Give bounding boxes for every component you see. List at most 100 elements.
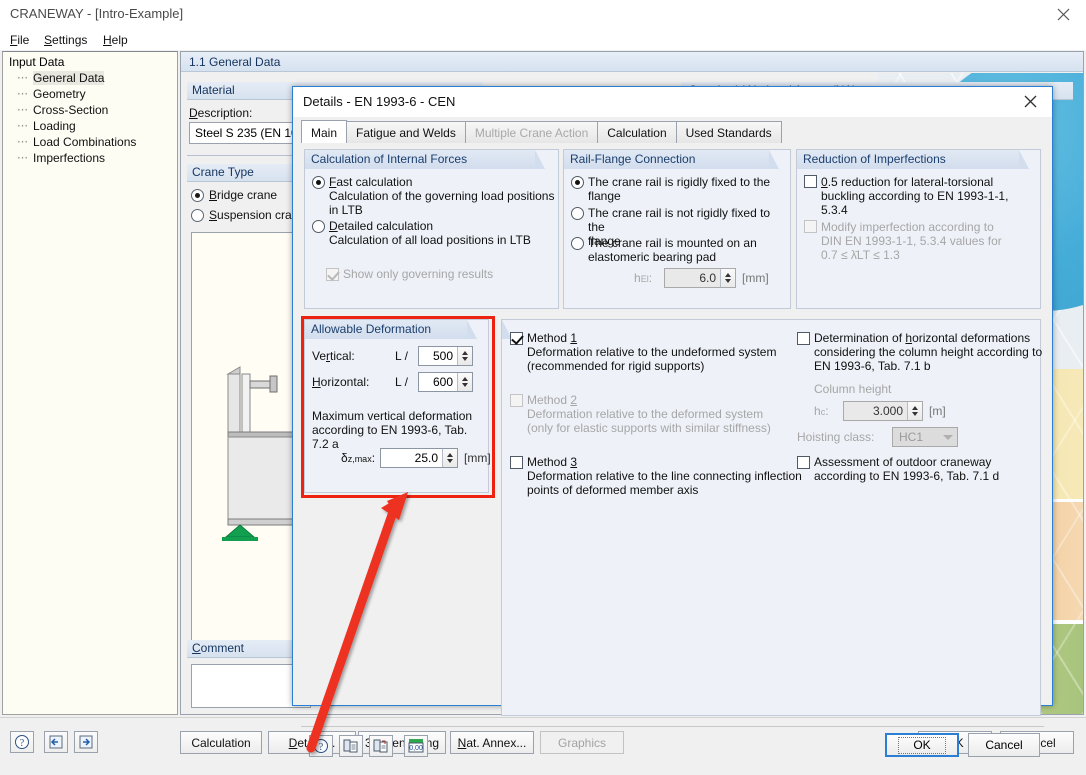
reduction-imperfections-group-title: Reduction of Imperfections	[803, 152, 946, 166]
page-title: 1.1 General Data	[181, 52, 1083, 72]
checkbox-horizontal-deformations[interactable]	[797, 332, 810, 345]
tree-root-label: Input Data	[9, 55, 65, 69]
tree-branch-icon: ⋯	[17, 72, 28, 84]
tree-item-label: Geometry	[33, 87, 86, 101]
radio-rail-not-rigidly-fixed[interactable]	[571, 207, 584, 220]
menu-file[interactable]: FFileile	[6, 32, 33, 48]
column-height-unit: [m]	[929, 404, 946, 418]
calculation-button[interactable]: Calculation	[180, 731, 262, 754]
application-window: CRANEWAY - [Intro-Example] FFileile Sett…	[0, 0, 1086, 775]
app-titlebar: CRANEWAY - [Intro-Example]	[0, 0, 1086, 30]
horizontal-deformations-label: Determination of horizontal deformations…	[814, 331, 1043, 373]
tab-calculation[interactable]: Calculation	[597, 121, 677, 143]
tree-item-label: General Data	[33, 71, 105, 85]
method-3-desc: Deformation relative to the line connect…	[527, 469, 802, 497]
vertical-spinner[interactable]: 500	[418, 346, 473, 366]
lateral-torsional-reduction-label: 00.5 reduction for lateral-torsional.5 r…	[821, 175, 1009, 217]
checkbox-outdoor-craneway[interactable]	[797, 456, 810, 469]
crane-type-group-title: Crane Type	[192, 165, 254, 179]
delta-z-max-unit: [mm]	[464, 451, 491, 465]
chevron-down-icon	[943, 435, 953, 440]
description-field[interactable]: Steel S 235 (EN 100	[189, 122, 309, 144]
tab-fatigue-and-welds[interactable]: Fatigue and Welds	[346, 121, 466, 143]
description-label: Description:	[189, 106, 253, 120]
tree-branch-icon: ⋯	[17, 88, 28, 100]
units-icon[interactable]: 0,00	[404, 735, 428, 757]
radio-detailed-calculation[interactable]	[312, 220, 325, 233]
method-2-label: Method 2	[527, 393, 578, 407]
tree-item-label: Imperfections	[33, 151, 106, 165]
tab-main[interactable]: Main	[301, 120, 348, 143]
checkbox-method-1[interactable]	[510, 332, 523, 345]
method-3-label: Method 3	[527, 455, 578, 469]
spinner-arrows-icon[interactable]	[907, 402, 922, 420]
radio-suspension-crane[interactable]	[191, 209, 204, 222]
horizontal-value: 600	[432, 375, 453, 389]
tree-branch-icon: ⋯	[17, 120, 28, 132]
menu-settings[interactable]: Settings	[40, 32, 91, 48]
horizontal-prefix: L /	[395, 375, 408, 389]
tree-branch-icon: ⋯	[17, 152, 28, 164]
help-icon[interactable]: ?	[309, 735, 333, 757]
delta-z-max-spinner[interactable]: 25.0	[380, 448, 458, 468]
spinner-arrows-icon[interactable]	[457, 347, 472, 365]
checkbox-show-governing-results	[326, 268, 339, 281]
close-icon[interactable]	[1040, 0, 1086, 29]
hoisting-class-value: HC1	[899, 430, 924, 444]
outdoor-craneway-label: Assessment of outdoor craneway according…	[814, 455, 1000, 483]
next-dialog-icon[interactable]	[74, 731, 98, 753]
hoisting-class-label: Hoisting class:	[797, 430, 875, 444]
close-icon[interactable]	[1008, 87, 1052, 116]
radio-rail-elastomeric-pad[interactable]	[571, 237, 584, 250]
tree-item-label: Cross-Section	[33, 103, 109, 117]
tree-branch-icon: ⋯	[17, 104, 28, 116]
tree-item-label: Load Combinations	[33, 135, 137, 149]
vertical-label: Vertical:	[312, 349, 355, 363]
spinner-arrows-icon[interactable]	[720, 269, 735, 287]
spinner-arrows-icon[interactable]	[442, 449, 457, 467]
radio-bridge-crane[interactable]	[191, 189, 204, 202]
allowable-deformation-group: Allowable Deformation Vertical: L / 500 …	[304, 319, 491, 493]
horizontal-spinner[interactable]: 600	[418, 372, 473, 392]
spinner-arrows-icon[interactable]	[457, 373, 472, 391]
save-defaults-icon[interactable]	[369, 735, 393, 757]
detailed-calculation-label: Detailed calculation	[329, 219, 434, 233]
dialog-cancel-button[interactable]: Cancel	[968, 733, 1040, 757]
vertical-prefix: L /	[395, 349, 408, 363]
dialog-ok-label: OK	[898, 736, 946, 754]
previous-dialog-icon[interactable]	[44, 731, 68, 753]
menu-help[interactable]: Help	[99, 32, 132, 48]
tab-multiple-crane-action: Multiple Crane Action	[464, 121, 599, 143]
reduction-imperfections-group: Reduction of Imperfections 00.5 reductio…	[796, 149, 1041, 309]
checkbox-lateral-torsional-reduction[interactable]	[804, 175, 817, 188]
fast-calculation-desc: Calculation of the governing load positi…	[329, 189, 555, 217]
dialog-titlebar: Details - EN 1993-6 - CEN	[293, 87, 1052, 117]
radio-fast-calculation[interactable]	[312, 176, 325, 189]
tree-branch-icon: ⋯	[17, 136, 28, 148]
show-governing-results-label: Show only governing results	[343, 267, 494, 281]
help-icon[interactable]: ?	[10, 731, 34, 753]
app-title: CRANEWAY - [Intro-Example]	[10, 6, 184, 21]
dialog-ok-button[interactable]: OK	[885, 733, 959, 757]
rail-elastomeric-pad-label: The crane rail is mounted on an elastome…	[588, 236, 757, 264]
checkbox-method-3[interactable]	[510, 456, 523, 469]
material-group-title: Material	[192, 83, 235, 97]
comment-group-title: Comment	[192, 641, 245, 655]
h-el-unit: [mm]	[742, 271, 769, 285]
radio-rail-rigidly-fixed[interactable]	[571, 176, 584, 189]
rail-flange-group: Rail-Flange Connection The crane rail is…	[563, 149, 791, 309]
deformation-methods-group: Method 1 Deformation relative to the und…	[501, 319, 1043, 716]
internal-forces-group: Calculation of Internal Forces Fast calc…	[304, 149, 559, 309]
method-1-desc: Deformation relative to the undeformed s…	[527, 345, 777, 373]
svg-text:?: ?	[319, 742, 324, 753]
column-height-spinner[interactable]: 3.000	[843, 401, 923, 421]
hoisting-class-select[interactable]: HC1	[892, 427, 958, 447]
tab-used-standards[interactable]: Used Standards	[675, 121, 782, 143]
fast-calculation-label: Fast calculation	[329, 175, 413, 189]
h-el-spinner[interactable]: 6.0	[664, 268, 736, 288]
load-defaults-icon[interactable]	[339, 735, 363, 757]
vertical-value: 500	[432, 349, 453, 363]
dialog-tabs: Main Fatigue and Welds Multiple Crane Ac…	[301, 120, 782, 143]
checkbox-modify-imperfection	[804, 220, 817, 233]
column-height-label: Column height	[814, 382, 892, 396]
